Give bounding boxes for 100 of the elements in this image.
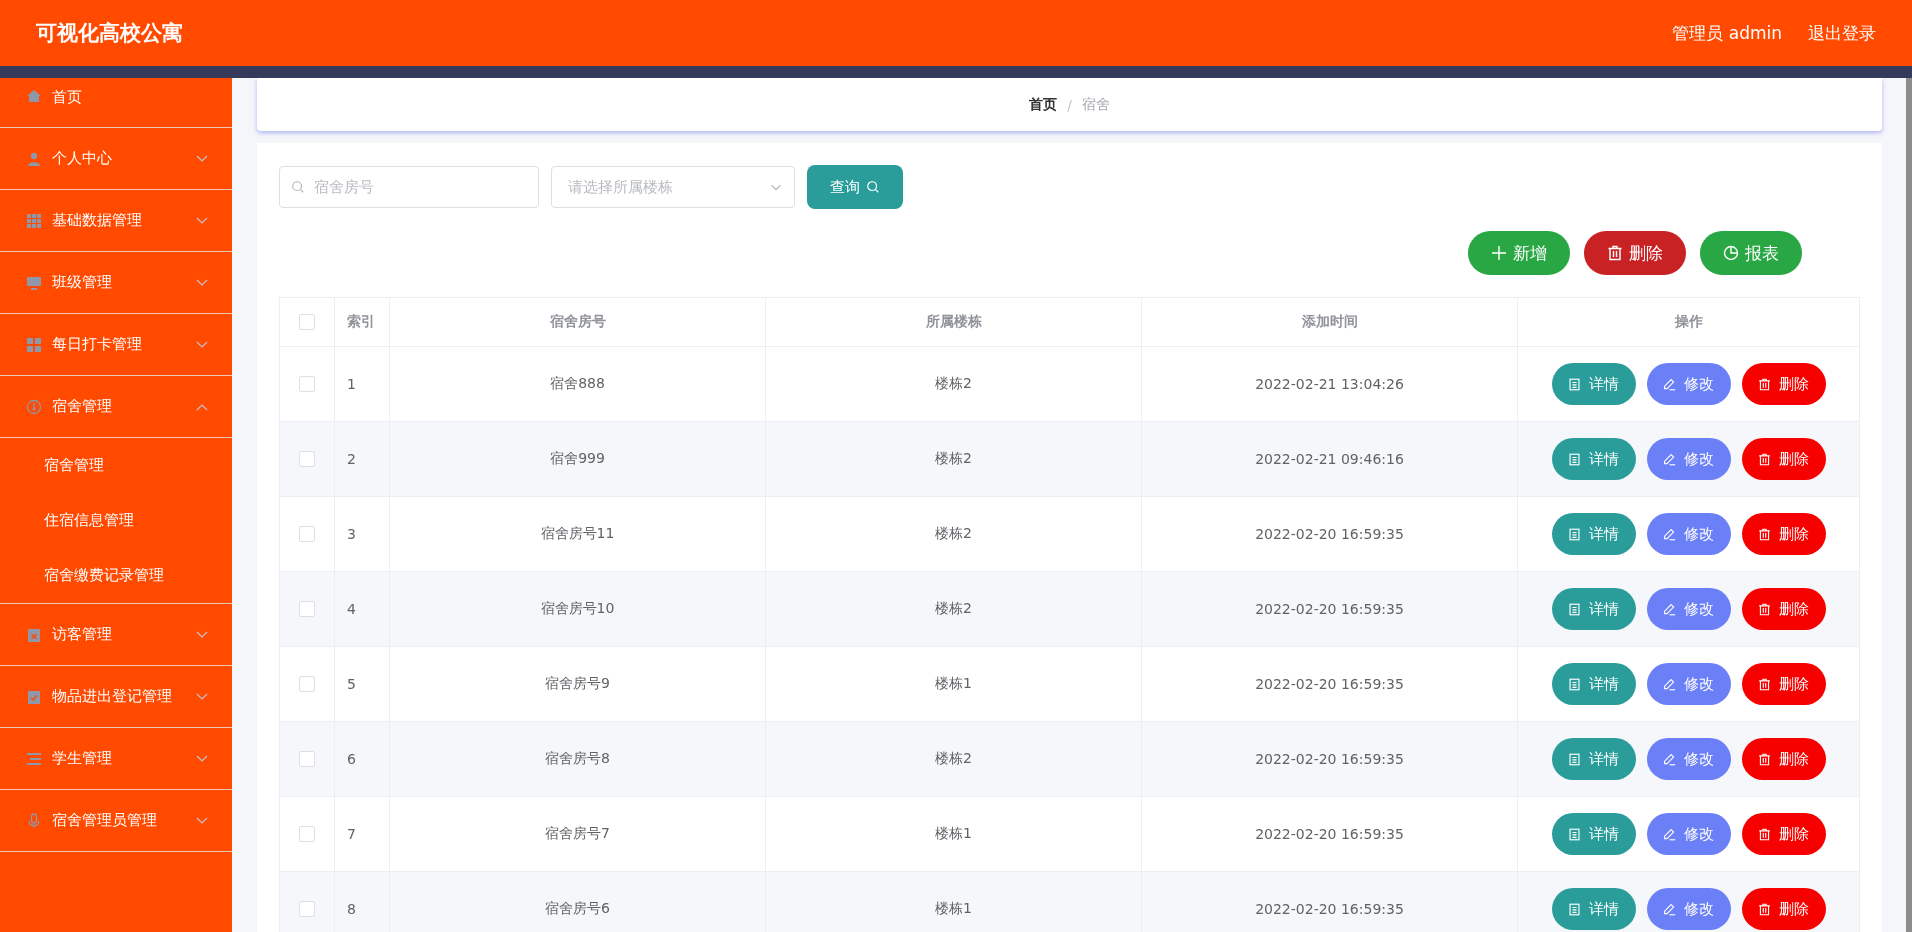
- trash-icon: [1607, 245, 1623, 261]
- home-icon: [26, 88, 42, 104]
- trash-icon: [1758, 377, 1771, 391]
- pencil-icon: [1663, 677, 1676, 691]
- sidebar-item[interactable]: 访客管理: [0, 604, 232, 666]
- edit-button[interactable]: 修改: [1646, 438, 1731, 480]
- sidebar-item[interactable]: 个人中心: [0, 128, 232, 190]
- app-title: 可视化高校公寓: [36, 20, 183, 47]
- trash-icon: [1758, 902, 1771, 916]
- breadcrumb-item: 宿舍: [1081, 95, 1110, 114]
- detail-button[interactable]: 详情: [1551, 588, 1636, 630]
- table-cell: 6: [335, 722, 390, 796]
- column-header: 操作: [1673, 312, 1704, 331]
- table-cell: 2022-02-21 13:04:26: [1142, 347, 1518, 421]
- table-cell: 楼栋2: [766, 422, 1142, 496]
- pencil-icon: [1663, 602, 1676, 616]
- detail-button[interactable]: 详情: [1551, 363, 1636, 405]
- edit-button[interactable]: 修改: [1646, 888, 1731, 930]
- scrollbar[interactable]: [1906, 78, 1912, 932]
- search-icon: [291, 180, 305, 194]
- trash-icon: [1758, 452, 1771, 466]
- trash-icon: [1758, 602, 1771, 616]
- row-checkbox[interactable]: [299, 376, 315, 392]
- trash-icon: [1758, 677, 1771, 691]
- table-cell: 宿舍房号6: [390, 872, 766, 932]
- grid-icon: [26, 212, 42, 229]
- delete-button[interactable]: 删除: [1741, 663, 1826, 705]
- row-checkbox[interactable]: [299, 526, 315, 542]
- microphone-icon: [26, 812, 42, 829]
- detail-button[interactable]: 详情: [1551, 663, 1636, 705]
- column-header: 宿舍房号: [390, 298, 766, 346]
- pencil-icon: [1663, 827, 1676, 841]
- sidebar-item[interactable]: 基础数据管理: [0, 190, 232, 252]
- document-icon: [1568, 677, 1581, 691]
- document-icon: [1568, 827, 1581, 841]
- sidebar-subitem[interactable]: 宿舍管理: [0, 438, 232, 493]
- sidebar-item[interactable]: 每日打卡管理: [0, 314, 232, 376]
- breadcrumb-item[interactable]: 首页: [1029, 95, 1058, 114]
- delete-button[interactable]: 删除: [1741, 438, 1826, 480]
- delete-button[interactable]: 删除: [1741, 363, 1826, 405]
- table-cell: 2022-02-21 09:46:16: [1142, 422, 1518, 496]
- sidebar-item[interactable]: 首页: [0, 78, 232, 128]
- delete-button[interactable]: 删除: [1741, 588, 1826, 630]
- sidebar-item[interactable]: 学生管理: [0, 728, 232, 790]
- pencil-icon: [1663, 902, 1676, 916]
- tiles-icon: [26, 336, 42, 353]
- edit-button[interactable]: 修改: [1646, 738, 1731, 780]
- row-checkbox[interactable]: [299, 901, 315, 917]
- table-cell: 楼栋2: [766, 572, 1142, 646]
- document-icon: [1568, 452, 1581, 466]
- sidebar-item[interactable]: 宿舍管理员管理: [0, 790, 232, 852]
- edit-button[interactable]: 修改: [1646, 663, 1731, 705]
- table-cell: 楼栋2: [766, 722, 1142, 796]
- pencil-icon: [1663, 452, 1676, 466]
- pencil-icon: [1663, 752, 1676, 766]
- query-button[interactable]: 查询: [807, 165, 903, 209]
- detail-button[interactable]: 详情: [1551, 813, 1636, 855]
- report-button[interactable]: 报表: [1700, 231, 1802, 275]
- delete-button[interactable]: 删除: [1741, 888, 1826, 930]
- edit-button[interactable]: 修改: [1646, 588, 1731, 630]
- table-cell: 4: [335, 572, 390, 646]
- logout-link[interactable]: 退出登录: [1808, 21, 1876, 45]
- row-checkbox[interactable]: [299, 751, 315, 767]
- add-button[interactable]: 新增: [1468, 231, 1570, 275]
- delete-button[interactable]: 删除: [1584, 231, 1686, 275]
- table-cell: 8: [335, 872, 390, 932]
- delete-button[interactable]: 删除: [1741, 513, 1826, 555]
- table-cell: 楼栋1: [766, 797, 1142, 871]
- detail-button[interactable]: 详情: [1551, 888, 1636, 930]
- detail-button[interactable]: 详情: [1551, 438, 1636, 480]
- row-checkbox[interactable]: [299, 601, 315, 617]
- edit-button[interactable]: 修改: [1646, 513, 1731, 555]
- row-checkbox[interactable]: [299, 826, 315, 842]
- sidebar-subitem[interactable]: 住宿信息管理: [0, 493, 232, 548]
- clipboard-icon: [26, 626, 42, 643]
- trash-icon: [1758, 827, 1771, 841]
- delete-button[interactable]: 删除: [1741, 738, 1826, 780]
- building-select[interactable]: 请选择所属楼栋: [551, 166, 795, 208]
- sidebar-item[interactable]: 宿舍管理: [0, 376, 232, 438]
- table-cell: 2022-02-20 16:59:35: [1142, 647, 1518, 721]
- detail-button[interactable]: 详情: [1551, 738, 1636, 780]
- row-checkbox[interactable]: [299, 451, 315, 467]
- row-checkbox[interactable]: [299, 676, 315, 692]
- select-all-checkbox[interactable]: [299, 314, 315, 330]
- table-cell: 楼栋1: [766, 872, 1142, 932]
- table-cell: 楼栋2: [766, 497, 1142, 571]
- table-cell: 宿舍房号8: [390, 722, 766, 796]
- detail-button[interactable]: 详情: [1551, 513, 1636, 555]
- sidebar-item[interactable]: 物品进出登记管理: [0, 666, 232, 728]
- sidebar-subitem[interactable]: 宿舍缴费记录管理: [0, 548, 232, 603]
- sidebar-item[interactable]: 班级管理: [0, 252, 232, 314]
- document-icon: [1568, 602, 1581, 616]
- table-cell: 宿舍房号7: [390, 797, 766, 871]
- edit-button[interactable]: 修改: [1646, 813, 1731, 855]
- search-field[interactable]: 宿舍房号: [279, 166, 539, 208]
- edit-button[interactable]: 修改: [1646, 363, 1731, 405]
- table-cell: 3: [335, 497, 390, 571]
- table-cell: 7: [335, 797, 390, 871]
- delete-button[interactable]: 删除: [1741, 813, 1826, 855]
- table-cell: 2022-02-20 16:59:35: [1142, 797, 1518, 871]
